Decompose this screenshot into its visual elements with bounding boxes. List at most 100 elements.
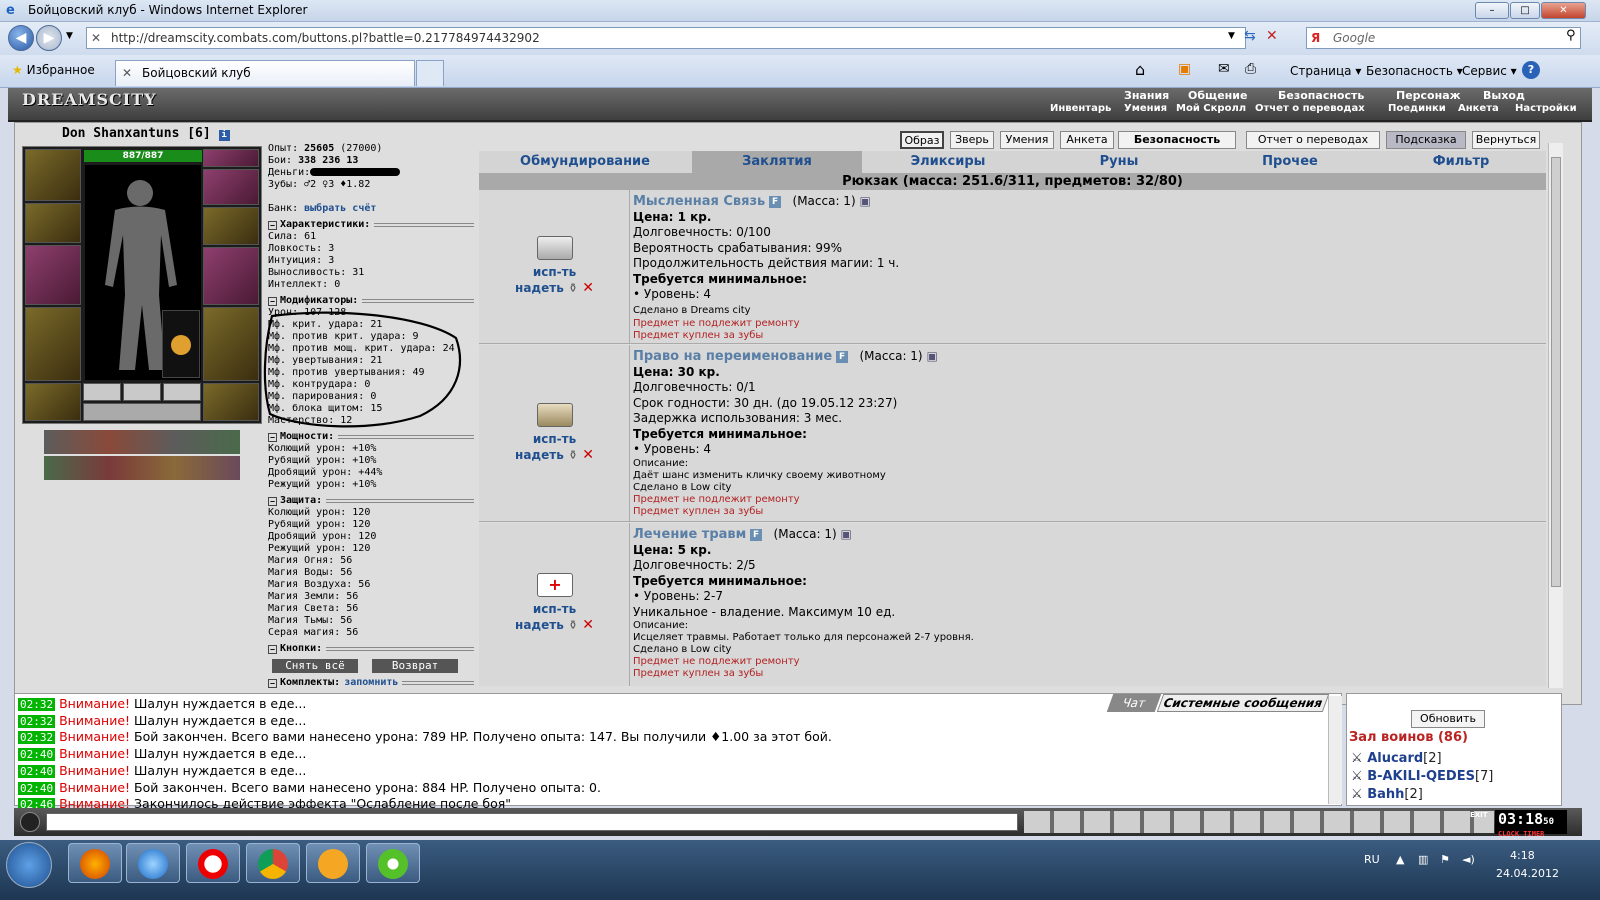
chrome-icon[interactable] xyxy=(246,843,300,883)
btn-transfers[interactable]: Отчет о переводах xyxy=(1246,131,1380,149)
item-name[interactable]: Право на переименование xyxy=(633,349,832,364)
tab-runes[interactable]: Руны xyxy=(1034,151,1204,173)
subnav-settings[interactable]: Настройки xyxy=(1515,103,1577,114)
refresh-button[interactable]: Обновить xyxy=(1411,710,1485,728)
subnav-fights[interactable]: Поединки xyxy=(1388,103,1446,114)
chat-input[interactable] xyxy=(46,813,1018,831)
back-icon[interactable]: ◀ xyxy=(8,25,34,51)
history-dropdown-icon[interactable]: ▼ xyxy=(66,31,73,41)
tab-filter[interactable]: Фильтр xyxy=(1376,151,1546,173)
network-icon[interactable]: ▥ xyxy=(1418,853,1428,866)
chat-time[interactable]: 02:40 xyxy=(18,764,56,778)
remember-link[interactable]: запомнить xyxy=(344,677,398,689)
armor-slot[interactable] xyxy=(25,307,81,381)
stats-header[interactable]: − Характеристики: xyxy=(268,219,478,231)
chat-time[interactable]: 02:40 xyxy=(18,748,56,762)
chat-scrollbar[interactable] xyxy=(1328,696,1342,804)
chat-menu-icon[interactable] xyxy=(20,812,40,832)
tab-spells[interactable]: Заклятия xyxy=(692,151,862,173)
btn-skills[interactable]: Умения xyxy=(1000,131,1054,149)
forward-icon[interactable]: ▶ xyxy=(36,25,62,51)
feeds-icon[interactable]: ▣ xyxy=(1178,61,1191,77)
btn-hint[interactable]: Подсказка xyxy=(1386,131,1466,149)
home-icon[interactable]: ⌂ xyxy=(1135,60,1145,79)
tab-elixirs[interactable]: Эликсиры xyxy=(863,151,1033,173)
defense-header[interactable]: − Защита: xyxy=(268,495,478,507)
flag-icon[interactable]: ⚑ xyxy=(1440,853,1450,866)
nav-communication[interactable]: Общение xyxy=(1188,89,1247,102)
chat-time[interactable]: 02:32 xyxy=(18,731,56,745)
btn-image[interactable]: Образ xyxy=(900,131,944,149)
start-button[interactable] xyxy=(6,842,52,888)
first-aid-icon[interactable]: + xyxy=(537,573,573,597)
pants-slot[interactable] xyxy=(203,307,259,381)
close-button[interactable]: ✕ xyxy=(1541,2,1586,19)
weapon-slot[interactable] xyxy=(25,245,81,305)
address-bar[interactable]: ✕ http://dreamscity.combats.com/buttons.… xyxy=(86,27,1246,49)
tray-arrow-icon[interactable]: ▲ xyxy=(1396,853,1404,866)
bank-link[interactable]: выбрать счёт xyxy=(304,203,376,214)
wear-link[interactable]: надеть ⚱ ✕ xyxy=(479,280,630,296)
player-item[interactable]: ⚔ B-AKILI-QEDES[7] xyxy=(1351,768,1551,786)
potion-slot-3[interactable] xyxy=(163,383,201,401)
subnav-transfers[interactable]: Отчет о переводах xyxy=(1255,103,1365,114)
gloves-slot[interactable] xyxy=(203,207,259,245)
use-link[interactable]: исп-ть xyxy=(479,601,630,617)
nav-knowledge[interactable]: Знания xyxy=(1124,89,1169,102)
help-icon[interactable]: ? xyxy=(1522,61,1540,79)
tab-system-messages[interactable]: Системные сообщения xyxy=(1156,694,1330,712)
pet-portrait[interactable] xyxy=(162,310,200,378)
subnav-scroll[interactable]: Мой Скролл xyxy=(1176,103,1246,114)
mail-agent-icon[interactable] xyxy=(306,843,360,883)
new-tab-button[interactable] xyxy=(416,60,444,86)
taskbar-time[interactable]: 4:18 xyxy=(1510,849,1535,862)
player-item[interactable]: ⚔ Bahh[2] xyxy=(1351,786,1551,804)
sets-header[interactable]: − Комплекты: запомнить xyxy=(268,677,478,689)
tab-fighting-club[interactable]: ✕ Бойцовский клуб xyxy=(115,60,415,86)
search-box[interactable]: Я Google xyxy=(1306,27,1581,49)
language-indicator[interactable]: RU xyxy=(1364,853,1380,866)
minimize-button[interactable]: – xyxy=(1475,2,1509,19)
potion-slot-2[interactable] xyxy=(123,383,161,401)
nav-character[interactable]: Персонаж xyxy=(1396,89,1461,102)
belt-slot[interactable] xyxy=(25,383,81,421)
taskbar-date[interactable]: 24.04.2012 xyxy=(1496,867,1559,880)
boots-slot[interactable] xyxy=(203,383,259,421)
address-dropdown-icon[interactable]: ▼ xyxy=(1228,31,1235,41)
use-link[interactable]: исп-ть xyxy=(479,431,630,447)
nav-security[interactable]: Безопасность xyxy=(1278,89,1364,102)
earring-slot[interactable] xyxy=(203,149,259,167)
nav-exit[interactable]: Выход xyxy=(1483,89,1525,102)
subnav-inventory[interactable]: Инвентарь xyxy=(1050,103,1111,114)
bracers-slot[interactable] xyxy=(25,203,81,243)
icq-icon[interactable] xyxy=(366,843,420,883)
search-icon[interactable]: ⚲ xyxy=(1566,28,1576,43)
volume-icon[interactable]: ◄) xyxy=(1462,853,1475,866)
scroll-slots[interactable] xyxy=(83,403,201,421)
item-name[interactable]: Мысленная Связь xyxy=(633,194,765,209)
favorites-button[interactable]: ★ Избранное xyxy=(12,63,95,77)
btn-return[interactable]: Вернуться xyxy=(1472,131,1540,149)
btn-pet[interactable]: Зверь xyxy=(950,131,994,149)
remove-all-button[interactable]: Снять всё xyxy=(272,659,358,673)
effects-row-1[interactable] xyxy=(44,430,240,454)
tab-other[interactable]: Прочее xyxy=(1205,151,1375,173)
btn-profile[interactable]: Анкета xyxy=(1060,131,1114,149)
amulet-slot[interactable] xyxy=(203,169,259,205)
potion-slot-1[interactable] xyxy=(83,383,121,401)
scrollbar-thumb[interactable] xyxy=(1551,157,1561,587)
chat-time[interactable]: 02:32 xyxy=(18,698,56,711)
mail-icon[interactable]: ✉ xyxy=(1218,61,1230,77)
chat-tools-icons[interactable] xyxy=(1024,811,1494,833)
scroll-icon[interactable] xyxy=(537,403,573,427)
powers-header[interactable]: − Мощности: xyxy=(268,431,478,443)
chat-time[interactable]: 02:32 xyxy=(18,714,56,728)
helmet-slot[interactable] xyxy=(25,149,81,201)
exit-label[interactable]: EXIT xyxy=(1470,811,1488,819)
buttons-header[interactable]: − Кнопки: xyxy=(268,643,478,655)
stop-icon[interactable]: ✕ xyxy=(1266,28,1278,44)
subnav-skills[interactable]: Умения xyxy=(1124,103,1167,114)
use-link[interactable]: исп-ть xyxy=(479,264,630,280)
firefox-icon[interactable] xyxy=(68,843,122,883)
shield-slot[interactable] xyxy=(203,247,259,305)
